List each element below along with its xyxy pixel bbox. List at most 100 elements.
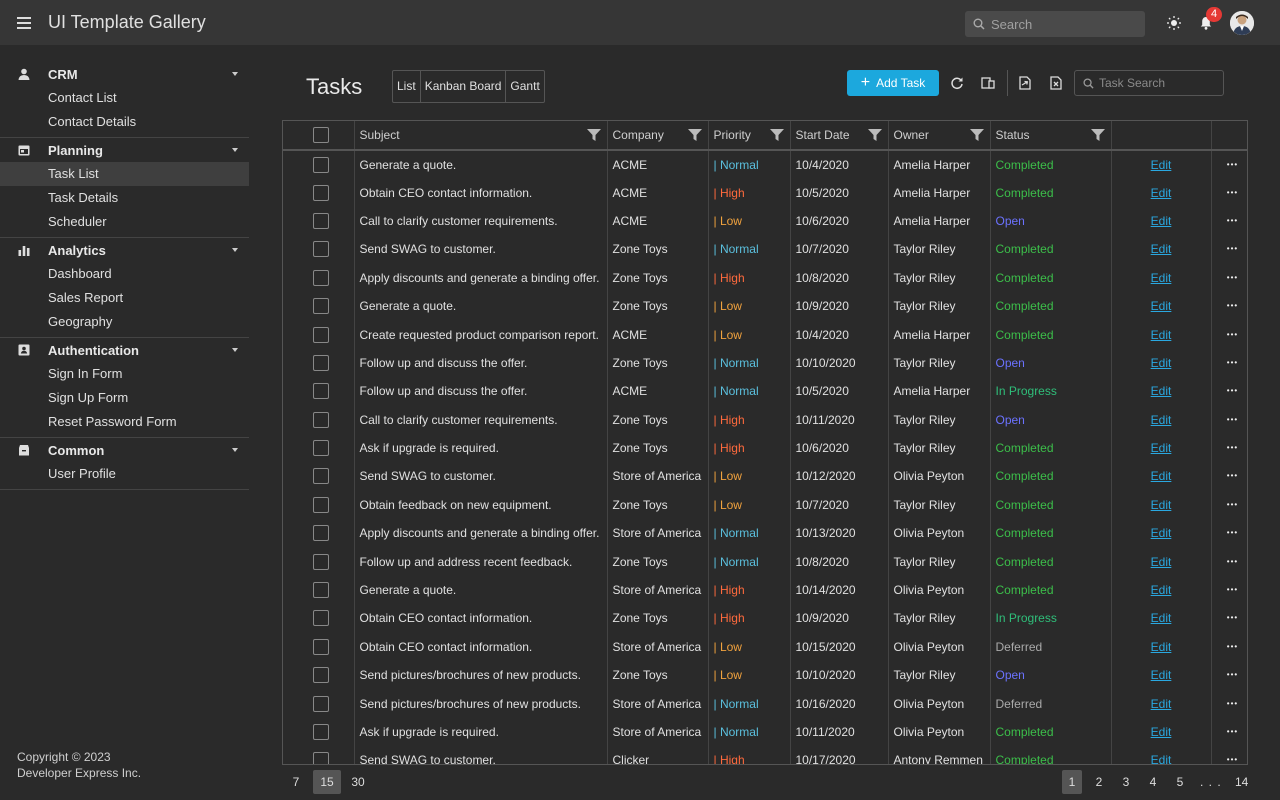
user-avatar[interactable] <box>1230 11 1254 35</box>
row-checkbox[interactable] <box>312 724 329 740</box>
sidebar-item-dashboard[interactable]: Dashboard <box>0 262 249 286</box>
view-list-button[interactable]: List <box>393 71 421 102</box>
edit-link[interactable]: Edit <box>1117 214 1211 228</box>
more-actions-icon[interactable]: ••• <box>1217 160 1248 170</box>
export-excel-button[interactable] <box>1047 74 1065 92</box>
edit-link[interactable]: Edit <box>1117 242 1211 256</box>
more-actions-icon[interactable]: ••• <box>1217 699 1248 709</box>
sidebar-item-contact-list[interactable]: Contact List <box>0 86 249 110</box>
page-1[interactable]: 1 <box>1062 770 1082 794</box>
filter-icon[interactable] <box>1090 128 1105 142</box>
edit-link[interactable]: Edit <box>1117 583 1211 597</box>
search-input[interactable] <box>991 16 1141 32</box>
more-actions-icon[interactable]: ••• <box>1217 330 1248 340</box>
sidebar-item-sign-in-form[interactable]: Sign In Form <box>0 362 249 386</box>
row-checkbox[interactable] <box>312 667 329 684</box>
more-actions-icon[interactable]: ••• <box>1217 216 1248 226</box>
more-actions-icon[interactable]: ••• <box>1217 358 1248 368</box>
sidebar-item-geography[interactable]: Geography <box>0 310 249 334</box>
add-task-button[interactable]: + Add Task <box>847 70 939 96</box>
filter-icon[interactable] <box>687 128 702 142</box>
more-actions-icon[interactable]: ••• <box>1217 755 1248 764</box>
sidebar-item-scheduler[interactable]: Scheduler <box>0 210 249 234</box>
column-header-status[interactable]: Status <box>990 121 1112 151</box>
row-checkbox[interactable] <box>312 695 329 712</box>
more-actions-icon[interactable]: ••• <box>1217 500 1248 510</box>
edit-link[interactable]: Edit <box>1117 526 1211 540</box>
table-row[interactable]: Follow up and discuss the offer. Zone Toy… <box>283 348 1248 378</box>
task-search-box[interactable] <box>1074 70 1224 96</box>
column-header-priority[interactable]: Priority <box>708 121 791 151</box>
row-checkbox[interactable] <box>312 553 329 570</box>
sidebar-item-sign-up-form[interactable]: Sign Up Form <box>0 386 249 410</box>
more-actions-icon[interactable]: ••• <box>1217 301 1248 311</box>
edit-link[interactable]: Edit <box>1117 356 1211 370</box>
more-actions-icon[interactable]: ••• <box>1217 471 1248 481</box>
row-checkbox[interactable] <box>312 440 329 457</box>
page-5[interactable]: 5 <box>1170 770 1190 794</box>
column-header-owner[interactable]: Owner <box>888 121 991 151</box>
view-gantt-button[interactable]: Gantt <box>506 71 543 102</box>
row-checkbox[interactable] <box>312 496 329 513</box>
page-size-7[interactable]: 7 <box>282 770 310 794</box>
nav-group-header-authentication[interactable]: Authentication <box>0 338 249 362</box>
page-3[interactable]: 3 <box>1116 770 1136 794</box>
table-row[interactable]: Generate a quote. Store of America | High 1… <box>283 575 1247 605</box>
table-row[interactable]: Create requested product comparison repo… <box>283 320 1248 349</box>
table-row[interactable]: Obtain CEO contact information. ACME | Hig… <box>283 178 1247 207</box>
more-actions-icon[interactable]: ••• <box>1217 642 1248 652</box>
edit-link[interactable]: Edit <box>1117 186 1211 200</box>
table-row[interactable]: Apply discounts and generate a binding o… <box>283 519 1248 548</box>
edit-link[interactable]: Edit <box>1117 668 1211 682</box>
edit-link[interactable]: Edit <box>1117 640 1211 654</box>
edit-link[interactable]: Edit <box>1117 469 1211 483</box>
edit-link[interactable]: Edit <box>1117 611 1211 625</box>
column-header-company[interactable]: Company <box>607 121 709 151</box>
edit-link[interactable]: Edit <box>1117 498 1211 512</box>
export-pdf-button[interactable] <box>1016 74 1034 92</box>
edit-link[interactable]: Edit <box>1117 158 1211 172</box>
edit-link[interactable]: Edit <box>1117 328 1211 342</box>
table-row[interactable]: Ask if upgrade is required. Store of Amer… <box>283 717 1247 747</box>
table-row[interactable]: Follow up and address recent feedback. Zo… <box>283 547 1247 576</box>
column-chooser-button[interactable] <box>979 74 997 92</box>
refresh-button[interactable] <box>948 74 966 92</box>
table-row[interactable]: Send SWAG to customer. Clicker | High 10/17… <box>283 746 1248 764</box>
view-kanban-button[interactable]: Kanban Board <box>421 71 507 102</box>
column-header-start-date[interactable]: Start Date <box>790 121 889 151</box>
row-checkbox[interactable] <box>312 411 329 428</box>
more-actions-icon[interactable]: ••• <box>1217 613 1248 623</box>
row-checkbox[interactable] <box>312 582 329 599</box>
select-all-checkbox[interactable] <box>312 127 329 143</box>
filter-icon[interactable] <box>769 128 784 142</box>
table-row[interactable]: Apply discounts and generate a binding o… <box>283 263 1247 292</box>
edit-link[interactable]: Edit <box>1117 384 1211 398</box>
row-checkbox[interactable] <box>312 298 329 315</box>
sidebar-item-task-details[interactable]: Task Details <box>0 186 249 210</box>
table-row[interactable]: Call to clarify customer requirements. AC… <box>283 206 1248 236</box>
sidebar-item-user-profile[interactable]: User Profile <box>0 462 249 486</box>
notifications-button[interactable]: 4 <box>1195 7 1222 34</box>
edit-link[interactable]: Edit <box>1117 555 1211 569</box>
nav-group-header-crm[interactable]: CRM <box>0 62 249 86</box>
more-actions-icon[interactable]: ••• <box>1217 415 1248 425</box>
edit-link[interactable]: Edit <box>1117 413 1211 427</box>
more-actions-icon[interactable]: ••• <box>1217 528 1248 538</box>
edit-link[interactable]: Edit <box>1117 271 1211 285</box>
filter-icon[interactable] <box>586 128 601 142</box>
page-14[interactable]: 14 <box>1232 770 1252 794</box>
row-checkbox[interactable] <box>312 269 329 286</box>
table-row[interactable]: Generate a quote. Zone Toys | Low 10/9/2020… <box>283 291 1248 321</box>
row-checkbox[interactable] <box>312 468 329 485</box>
column-header-subject[interactable]: Subject <box>354 121 608 151</box>
more-actions-icon[interactable]: ••• <box>1217 443 1248 453</box>
table-row[interactable]: Ask if upgrade is required. Zone Toys | Hi… <box>283 433 1248 463</box>
row-checkbox[interactable] <box>312 610 329 627</box>
page-size-15[interactable]: 15 <box>313 770 341 794</box>
edit-link[interactable]: Edit <box>1117 299 1211 313</box>
table-row[interactable]: Generate a quote. ACME | Normal 10/4/2020 Am… <box>283 150 1248 179</box>
table-row[interactable]: Obtain CEO contact information. Store of … <box>283 632 1248 662</box>
edit-link[interactable]: Edit <box>1117 697 1211 711</box>
filter-icon[interactable] <box>867 128 882 142</box>
edit-link[interactable]: Edit <box>1117 753 1211 764</box>
